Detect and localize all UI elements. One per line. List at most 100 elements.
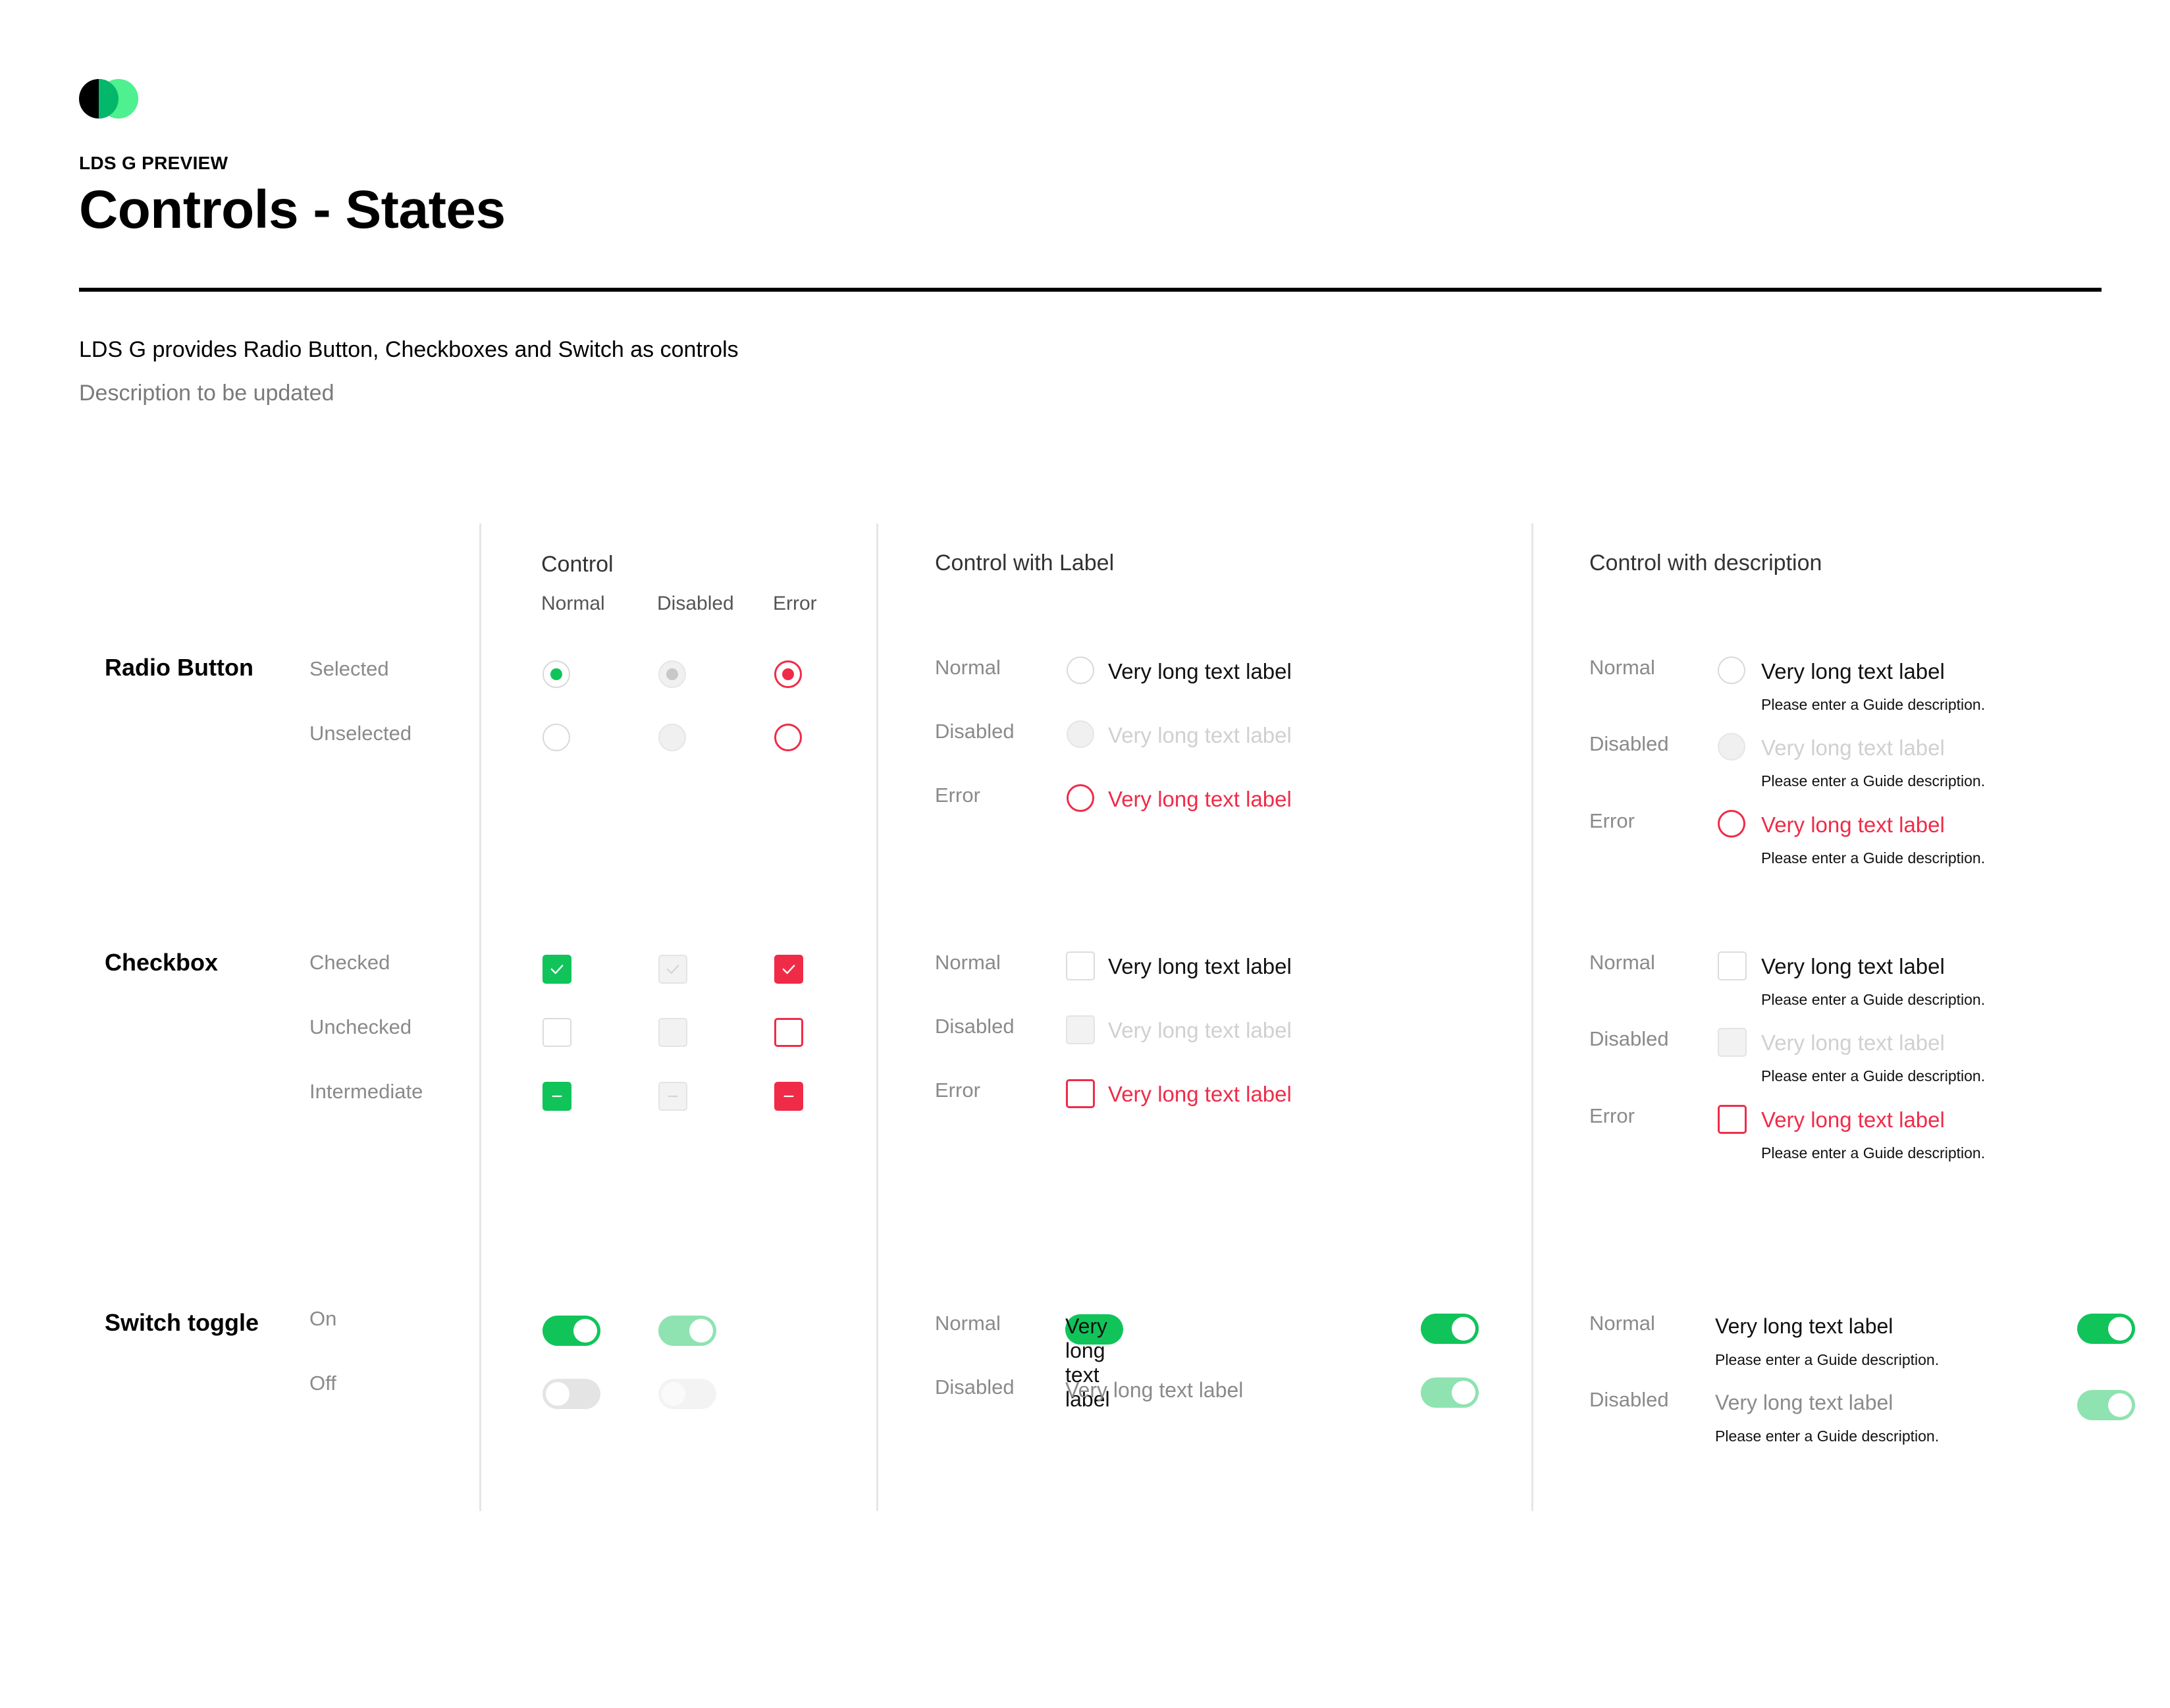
radio-described-disabled bbox=[1718, 733, 1745, 761]
switch-label[interactable]: Very long text label bbox=[1065, 1314, 1123, 1411]
radio-described-normal[interactable] bbox=[1718, 656, 1745, 684]
state-label-error: Error bbox=[1589, 809, 1635, 832]
radio-label-disabled: Very long text label bbox=[1761, 735, 1945, 760]
description-text: Description to be updated bbox=[79, 381, 334, 406]
checkbox-label[interactable]: Very long text label bbox=[1108, 954, 1292, 979]
state-label-checked: Checked bbox=[309, 951, 390, 974]
checkbox-checked-disabled bbox=[658, 955, 687, 984]
state-label-disabled: Disabled bbox=[935, 1375, 1015, 1399]
checkbox-label-disabled: Very long text label bbox=[1761, 1030, 1945, 1055]
switch-on-disabled bbox=[658, 1316, 716, 1346]
state-label-normal: Normal bbox=[935, 1312, 1001, 1335]
radio-label-error[interactable]: Very long text label bbox=[1108, 787, 1292, 812]
state-label-normal: Normal bbox=[1589, 1312, 1655, 1335]
radio-unselected-normal[interactable] bbox=[542, 724, 570, 751]
state-label-error: Error bbox=[935, 784, 980, 807]
state-label-normal: Normal bbox=[935, 656, 1001, 679]
state-label-off: Off bbox=[309, 1372, 336, 1395]
radio-label-disabled: Very long text label bbox=[1108, 723, 1292, 747]
checkbox-intermediate-normal[interactable] bbox=[542, 1082, 571, 1111]
guide-description: Please enter a Guide description. bbox=[1715, 1351, 1940, 1368]
state-label-disabled: Disabled bbox=[935, 1015, 1015, 1038]
state-label-normal: Normal bbox=[935, 951, 1001, 974]
checkbox-described-error[interactable] bbox=[1718, 1105, 1747, 1134]
check-icon bbox=[666, 965, 679, 974]
row-title-radio: Radio Button bbox=[105, 654, 253, 681]
radio-unselected-disabled bbox=[658, 724, 686, 751]
checkbox-labeled-disabled bbox=[1066, 1015, 1095, 1044]
radio-selected-disabled bbox=[658, 660, 686, 688]
checkbox-described-disabled bbox=[1718, 1028, 1747, 1057]
state-label-disabled: Disabled bbox=[935, 720, 1015, 743]
switch-label-disabled: Very long text label bbox=[1715, 1391, 1893, 1414]
state-label-unselected: Unselected bbox=[309, 722, 412, 745]
switch-off-disabled bbox=[658, 1379, 716, 1409]
state-label-disabled: Disabled bbox=[1589, 732, 1669, 755]
state-label-error: Error bbox=[1589, 1104, 1635, 1127]
subheader-normal: Normal bbox=[541, 593, 605, 614]
column-header-with-label: Control with Label bbox=[935, 550, 1115, 575]
checkbox-labeled-error[interactable] bbox=[1066, 1079, 1095, 1108]
radio-labeled-error[interactable] bbox=[1067, 784, 1094, 812]
guide-description: Please enter a Guide description. bbox=[1761, 1067, 1986, 1084]
switch-described-normal[interactable] bbox=[2077, 1314, 2135, 1344]
checkbox-checked-error[interactable] bbox=[774, 955, 803, 984]
checkbox-checked-normal[interactable] bbox=[542, 955, 571, 984]
state-label-selected: Selected bbox=[309, 657, 389, 680]
divider bbox=[79, 288, 2102, 292]
check-icon bbox=[782, 965, 795, 974]
checkbox-described-normal[interactable] bbox=[1718, 951, 1747, 980]
minus-icon bbox=[668, 1095, 678, 1098]
radio-selected-normal[interactable] bbox=[542, 660, 570, 688]
guide-description: Please enter a Guide description. bbox=[1761, 696, 1986, 713]
checkbox-intermediate-disabled bbox=[658, 1082, 687, 1111]
minus-icon bbox=[552, 1095, 562, 1098]
column-divider bbox=[1531, 523, 1533, 1511]
guide-description: Please enter a Guide description. bbox=[1761, 772, 1986, 789]
column-divider bbox=[479, 523, 481, 1511]
switch-off-normal[interactable] bbox=[542, 1379, 600, 1409]
guide-description: Please enter a Guide description. bbox=[1761, 991, 1986, 1008]
guide-description: Please enter a Guide description. bbox=[1715, 1428, 1940, 1445]
eyebrow: LDS G PREVIEW bbox=[79, 153, 228, 173]
minus-icon bbox=[783, 1095, 794, 1098]
row-title-checkbox: Checkbox bbox=[105, 949, 219, 976]
radio-described-error[interactable] bbox=[1718, 810, 1745, 838]
state-label-intermediate: Intermediate bbox=[309, 1080, 423, 1103]
checkbox-label-error[interactable]: Very long text label bbox=[1108, 1082, 1292, 1107]
column-divider bbox=[876, 523, 878, 1511]
intro-text: LDS G provides Radio Button, Checkboxes … bbox=[79, 337, 739, 362]
state-label-normal: Normal bbox=[1589, 656, 1655, 679]
state-label-normal: Normal bbox=[1589, 951, 1655, 974]
checkbox-label[interactable]: Very long text label bbox=[1761, 954, 1945, 979]
checkbox-unchecked-disabled bbox=[658, 1018, 687, 1047]
subheader-disabled: Disabled bbox=[657, 593, 734, 614]
switch-label-disabled: Very long text label bbox=[1065, 1378, 1244, 1402]
row-title-switch: Switch toggle bbox=[105, 1309, 259, 1336]
switch-labeled-disabled bbox=[1421, 1377, 1479, 1408]
state-label-on: On bbox=[309, 1307, 337, 1330]
radio-label[interactable]: Very long text label bbox=[1108, 659, 1292, 684]
checkbox-labeled-normal[interactable] bbox=[1066, 951, 1095, 980]
radio-label-error[interactable]: Very long text label bbox=[1761, 813, 1945, 838]
checkbox-intermediate-error[interactable] bbox=[774, 1082, 803, 1111]
subheader-error: Error bbox=[773, 593, 817, 614]
state-label-disabled: Disabled bbox=[1589, 1027, 1669, 1050]
radio-label[interactable]: Very long text label bbox=[1761, 659, 1945, 684]
checkbox-unchecked-normal[interactable] bbox=[542, 1018, 571, 1047]
switch-on-normal[interactable] bbox=[542, 1316, 600, 1346]
guide-description: Please enter a Guide description. bbox=[1761, 1144, 1986, 1161]
switch-labeled-normal[interactable] bbox=[1421, 1314, 1479, 1344]
page-title: Controls - States bbox=[79, 180, 506, 240]
radio-labeled-normal[interactable] bbox=[1067, 656, 1094, 684]
brand-logo bbox=[79, 79, 138, 119]
checkbox-unchecked-error[interactable] bbox=[774, 1018, 803, 1047]
checkbox-label-disabled: Very long text label bbox=[1108, 1018, 1292, 1042]
checkbox-label-error[interactable]: Very long text label bbox=[1761, 1108, 1945, 1133]
check-icon bbox=[550, 965, 564, 974]
radio-labeled-disabled bbox=[1067, 720, 1094, 748]
state-label-unchecked: Unchecked bbox=[309, 1015, 412, 1038]
switch-label[interactable]: Very long text label bbox=[1715, 1314, 1893, 1339]
radio-selected-error[interactable] bbox=[774, 660, 802, 688]
radio-unselected-error[interactable] bbox=[774, 724, 802, 751]
